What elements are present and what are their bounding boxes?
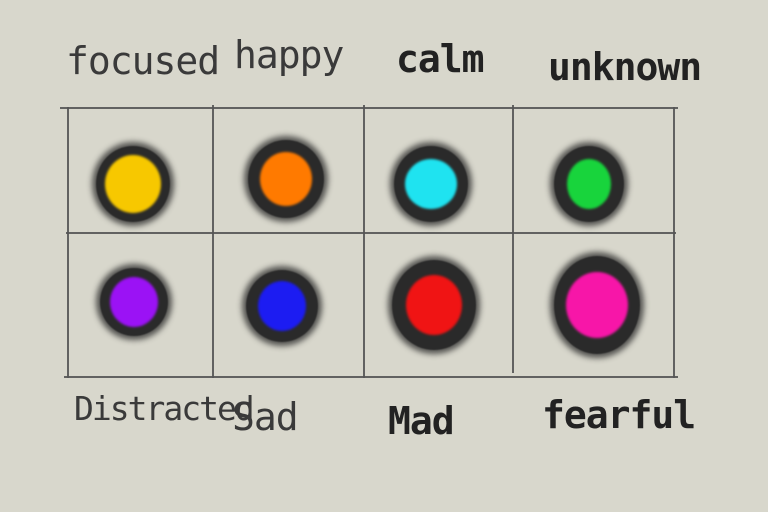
orb-distracted	[100, 268, 168, 336]
label-distracted: Distracted	[74, 389, 255, 428]
orb-core-mad	[406, 275, 462, 335]
orb-unknown	[554, 146, 624, 222]
orb-core-calm	[405, 159, 457, 209]
label-fearful: fearful	[542, 393, 696, 437]
orb-focused	[96, 146, 170, 222]
orb-sad	[246, 270, 318, 342]
grid-line-top	[60, 107, 678, 109]
orb-calm	[394, 146, 468, 222]
grid-line-v3	[363, 105, 365, 378]
grid-line-v4	[512, 105, 514, 373]
label-sad: Sad	[232, 395, 299, 439]
label-mad: Mad	[388, 399, 455, 443]
orb-core-sad	[258, 281, 306, 331]
grid-line-v5	[673, 107, 675, 378]
orb-core-happy	[260, 152, 312, 206]
orb-core-focused	[105, 155, 161, 213]
grid-line-v2	[212, 105, 214, 378]
orb-fearful	[554, 256, 640, 354]
grid-line-v1	[67, 107, 69, 378]
orb-core-fearful	[566, 272, 628, 338]
grid-line-middle	[66, 232, 676, 234]
grid-line-bottom	[64, 376, 678, 378]
orb-core-unknown	[567, 159, 611, 209]
orb-mad	[392, 260, 476, 350]
orb-happy	[248, 140, 324, 218]
orb-core-distracted	[110, 277, 158, 327]
